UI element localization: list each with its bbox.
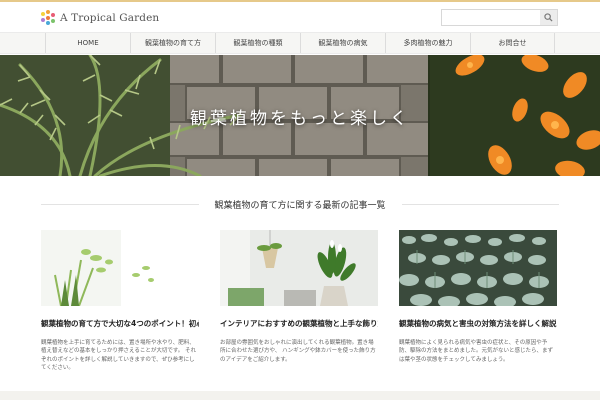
latest-articles-section: 観葉植物の育て方に関する最新の記事一覧 観葉植物の育て方で大切な4つのポイント！… xyxy=(0,176,600,391)
nav-item-types[interactable]: 観葉植物の種類 xyxy=(215,33,300,53)
site-logo[interactable]: A Tropical Garden xyxy=(41,10,159,25)
search-input[interactable] xyxy=(442,10,540,25)
nav-item-succulent[interactable]: 多肉植物の魅力 xyxy=(385,33,470,53)
article-cards: 観葉植物の育て方で大切な4つのポイント！初心者でも失敗しないコツ 観葉植物を上手… xyxy=(41,230,559,380)
nav-item-care[interactable]: 観葉植物の育て方 xyxy=(130,33,215,53)
nav-item-home[interactable]: HOME xyxy=(45,33,130,53)
article-excerpt-2: お部屋の雰囲気をおしゃれに演出してくれる観葉植物。置き場所に合わせた選び方や、 … xyxy=(220,339,376,363)
site-header: A Tropical Garden xyxy=(0,2,600,32)
flower-logo-icon xyxy=(41,10,56,25)
search-button[interactable] xyxy=(540,10,557,25)
main-nav: HOME 観葉植物の育て方 観葉植物の種類 観葉植物の病気 多肉植物の魅力 お問… xyxy=(0,32,600,54)
article-card-2[interactable]: インテリアにおすすめの観葉植物と上手な飾り方のアイデア お部屋の雰囲気をおしゃれ… xyxy=(220,230,378,364)
article-title-3[interactable]: 観葉植物の病気と害虫の対策方法を詳しく解説！全19種 xyxy=(399,319,557,329)
plant-photo-1 xyxy=(41,230,199,306)
article-thumbnail-3[interactable] xyxy=(399,230,557,306)
nav-item-disease[interactable]: 観葉植物の病気 xyxy=(300,33,385,53)
article-excerpt-3: 観葉植物によく見られる病気や害虫の症状と、その原因や予防、駆除の方法をまとめまし… xyxy=(399,339,554,363)
footer-strip xyxy=(0,391,600,400)
section-title: 観葉植物の育て方に関する最新の記事一覧 xyxy=(214,201,386,211)
nav-item-contact[interactable]: お問合せ xyxy=(470,33,555,53)
divider-right xyxy=(401,204,560,205)
article-card-3[interactable]: 観葉植物の病気と害虫の対策方法を詳しく解説！全19種 観葉植物によく見られる病気… xyxy=(399,230,557,364)
article-thumbnail-1[interactable] xyxy=(41,230,199,306)
article-title-2[interactable]: インテリアにおすすめの観葉植物と上手な飾り方のアイデア xyxy=(220,319,378,329)
plant-photo-2 xyxy=(220,230,378,306)
search-box xyxy=(441,9,558,26)
search-icon xyxy=(544,13,553,22)
divider-left xyxy=(41,204,199,205)
article-excerpt-1: 観葉植物を上手に育てるためには、置き場所や水やり、肥料、植え替えなどの基本をしっ… xyxy=(41,339,197,372)
hero-caption: 観葉植物をもっと楽しく xyxy=(190,109,410,129)
section-heading: 観葉植物の育て方に関する最新の記事一覧 xyxy=(41,198,560,211)
logo-text: A Tropical Garden xyxy=(60,11,160,24)
hero-banner: 観葉植物をもっと楽しく xyxy=(0,55,600,176)
article-thumbnail-2[interactable] xyxy=(220,230,378,306)
plant-photo-3 xyxy=(399,230,557,306)
article-title-1[interactable]: 観葉植物の育て方で大切な4つのポイント！初心者でも失敗しないコツ xyxy=(41,319,199,329)
article-card-1[interactable]: 観葉植物の育て方で大切な4つのポイント！初心者でも失敗しないコツ 観葉植物を上手… xyxy=(41,230,199,373)
